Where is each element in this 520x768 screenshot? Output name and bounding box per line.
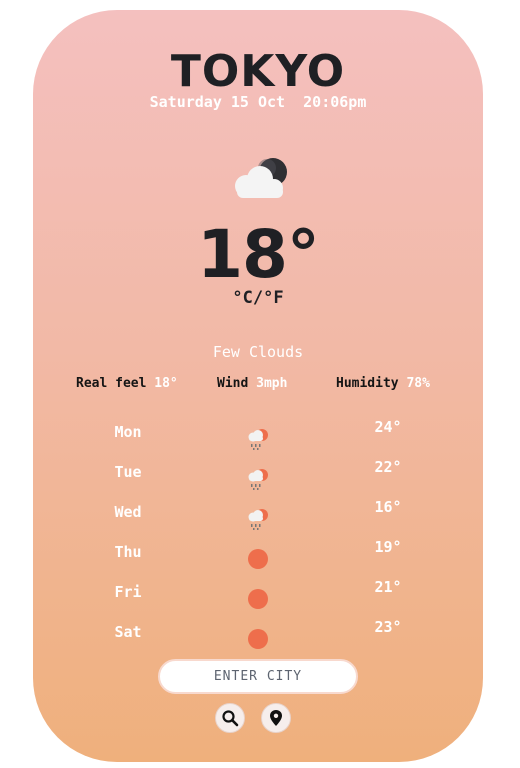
forecast-day: Tue xyxy=(114,463,142,481)
forecast-day: Sat xyxy=(114,623,142,641)
wind-label: Wind xyxy=(217,376,249,391)
weather-card: TOKYO Saturday 15 Oct 20:06pm 18° °C/°F … xyxy=(33,10,483,762)
search-button[interactable] xyxy=(215,703,245,733)
humidity-stat: Humidity 78% xyxy=(336,376,430,391)
sun-icon xyxy=(248,589,268,609)
cloud-moon-icon xyxy=(235,158,287,198)
forecast-day: Thu xyxy=(114,543,142,561)
weather-stats: Real feel 18° Wind 3mph Humidity 78% xyxy=(33,376,483,396)
humidity-label: Humidity xyxy=(336,376,399,391)
date-time: Saturday 15 Oct 20:06pm xyxy=(149,93,367,111)
forecast-temp: 22° xyxy=(374,458,402,476)
real-feel-stat: Real feel 18° xyxy=(76,376,178,391)
forecast-temp: 23° xyxy=(374,618,402,636)
rain-sun-icon xyxy=(248,429,268,450)
forecast-day: Wed xyxy=(114,503,142,521)
city-search-input[interactable] xyxy=(158,659,358,694)
search-icon xyxy=(222,710,239,727)
humidity-value: 78% xyxy=(406,376,430,391)
current-temperature: 18° xyxy=(197,216,320,293)
location-button[interactable] xyxy=(261,703,291,733)
real-feel-label: Real feel xyxy=(76,376,147,391)
wind-value: 3mph xyxy=(256,376,288,391)
forecast-row: Sat 23° xyxy=(33,615,483,655)
real-feel-value: 18° xyxy=(154,376,178,391)
city-name: TOKYO xyxy=(170,46,346,97)
forecast-day: Fri xyxy=(114,583,142,601)
sun-icon xyxy=(248,629,268,649)
forecast-row: Fri 21° xyxy=(33,575,483,615)
unit-toggle[interactable]: °C/°F xyxy=(33,288,483,308)
forecast-temp: 21° xyxy=(374,578,402,596)
forecast-row: Mon 24° xyxy=(33,415,483,455)
forecast-temp: 19° xyxy=(374,538,402,556)
rain-sun-icon xyxy=(248,509,268,530)
wind-stat: Wind 3mph xyxy=(217,376,287,391)
forecast-row: Thu 19° xyxy=(33,535,483,575)
location-pin-icon xyxy=(270,710,282,726)
rain-sun-icon xyxy=(248,469,268,490)
weather-description: Few Clouds xyxy=(212,343,304,361)
forecast-temp: 16° xyxy=(374,498,402,516)
forecast-row: Tue 22° xyxy=(33,455,483,495)
forecast-row: Wed 16° xyxy=(33,495,483,535)
sun-icon xyxy=(248,549,268,569)
forecast-temp: 24° xyxy=(374,418,402,436)
forecast-day: Mon xyxy=(114,423,142,441)
